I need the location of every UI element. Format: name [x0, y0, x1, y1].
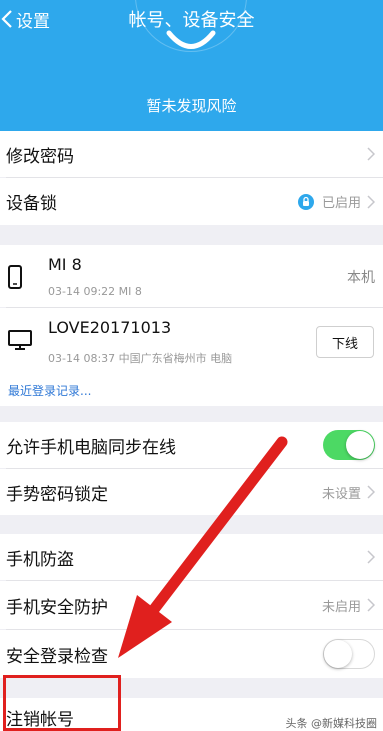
chevron-right-icon	[367, 485, 375, 499]
change-password-label: 修改密码	[6, 146, 74, 167]
force-offline-button[interactable]: 下线	[316, 326, 374, 358]
recent-login-row: 最近登录记录...	[0, 370, 383, 406]
current-device-tag: 本机	[347, 270, 375, 286]
phone-protection-row[interactable]: 手机安全防护 未启用	[0, 581, 383, 629]
chevron-right-icon	[367, 147, 375, 161]
device-item: LOVE20171013 03-14 08:37 中国广东省梅州市 电脑 下线	[0, 308, 383, 370]
device-lock-status: 已启用	[321, 196, 361, 211]
gesture-lock-label: 手势密码锁定	[6, 484, 108, 505]
device-item: MI 8 03-14 09:22 MI 8 本机	[0, 245, 383, 307]
login-check-toggle[interactable]	[323, 639, 375, 669]
chevron-right-icon	[367, 194, 375, 209]
change-password-row[interactable]: 修改密码	[0, 131, 383, 177]
phone-protection-status: 未启用	[321, 599, 361, 615]
chevron-right-icon	[367, 550, 375, 564]
device-meta: 03-14 08:37 中国广东省梅州市 电脑	[48, 352, 233, 365]
gesture-lock-status: 未设置	[321, 486, 361, 502]
chevron-right-icon	[367, 598, 375, 612]
watermark: 头条 @新媒科技圈	[285, 717, 378, 730]
sync-online-row: 允许手机电脑同步在线	[0, 422, 383, 468]
phone-icon	[8, 265, 22, 289]
device-meta: 03-14 09:22 MI 8	[48, 285, 142, 298]
sync-online-toggle[interactable]	[323, 430, 375, 460]
device-name: LOVE20171013	[48, 318, 172, 337]
header-banner: 设置 帐号、设备安全 暂未发现风险	[0, 0, 383, 131]
login-check-row: 安全登录检查	[0, 630, 383, 678]
toggle-knob	[324, 640, 352, 668]
page-title: 帐号、设备安全	[128, 10, 255, 31]
toggle-knob	[346, 431, 374, 459]
gesture-lock-row[interactable]: 手势密码锁定 未设置	[0, 469, 383, 515]
recent-login-link[interactable]: 最近登录记录...	[8, 382, 91, 399]
desktop-icon	[8, 330, 32, 350]
anti-theft-label: 手机防盗	[6, 549, 74, 570]
device-lock-label: 设备锁	[6, 194, 57, 214]
risk-status: 暂未发现风险	[146, 97, 237, 115]
sync-online-label: 允许手机电脑同步在线	[6, 437, 176, 458]
highlight-box	[3, 675, 121, 731]
smile-icon	[166, 30, 216, 49]
login-check-label: 安全登录检查	[6, 646, 108, 667]
lock-icon	[297, 193, 314, 210]
anti-theft-row[interactable]: 手机防盗	[0, 534, 383, 580]
device-name: MI 8	[48, 255, 82, 274]
phone-protection-label: 手机安全防护	[6, 597, 108, 618]
device-lock-row[interactable]: 设备锁 已启用	[0, 178, 383, 225]
